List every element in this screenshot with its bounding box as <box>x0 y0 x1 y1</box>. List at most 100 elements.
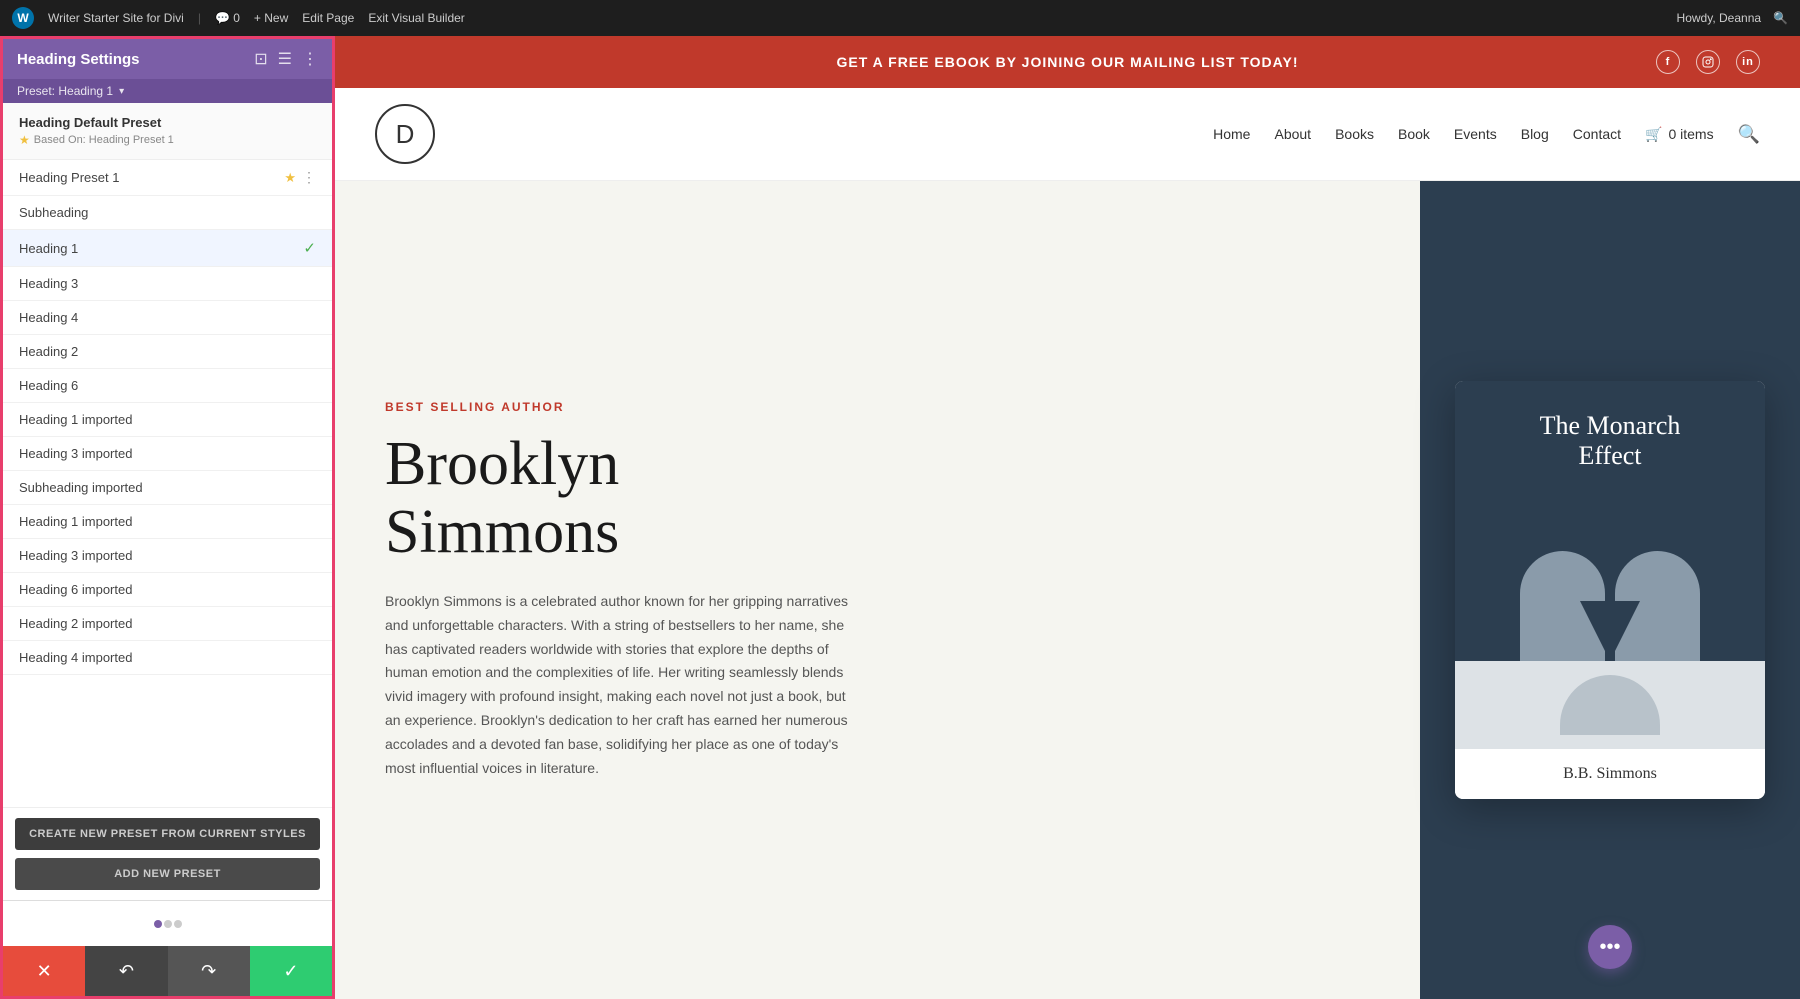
preset-label-9: Subheading imported <box>19 480 316 495</box>
panel-columns-icon[interactable]: ☰ <box>278 49 292 69</box>
pagination-dot-2[interactable] <box>164 920 172 928</box>
book-cover: The MonarchEffect <box>1455 381 1765 661</box>
banner-text: GET A FREE EBOOK BY JOINING OUR MAILING … <box>837 54 1299 70</box>
search-icon[interactable]: 🔍 <box>1738 124 1760 145</box>
preset-item-6[interactable]: Heading 6 <box>3 369 332 403</box>
panel-expand-icon[interactable]: ⊡ <box>254 49 267 69</box>
nav-cart[interactable]: 🛒 0 items <box>1645 126 1714 143</box>
nav-links: Home About Books Book Events Blog Contac… <box>1213 124 1760 145</box>
cart-icon: 🛒 <box>1645 126 1662 143</box>
admin-exit-builder[interactable]: Exit Visual Builder <box>368 11 465 25</box>
admin-comments[interactable]: 💬 0 <box>215 11 240 25</box>
preset-label-3: Heading 3 <box>19 276 316 291</box>
cancel-button[interactable]: ✕ <box>3 946 85 996</box>
panel-preset-label: Preset: Heading 1 <box>17 84 113 98</box>
create-preset-button[interactable]: CREATE NEW PRESET FROM CURRENT STYLES <box>15 818 320 850</box>
redo-button[interactable]: ↷ <box>168 946 250 996</box>
preset-label-7: Heading 1 imported <box>19 412 316 427</box>
preset-label-5: Heading 2 <box>19 344 316 359</box>
admin-new[interactable]: + New <box>254 11 288 25</box>
site-nav: D Home About Books Book Events Blog Cont… <box>335 88 1800 181</box>
panel-header: Heading Settings ⊡ ☰ ⋮ <box>3 39 332 79</box>
preset-default-title: Heading Default Preset <box>19 115 316 130</box>
preset-label-1: Subheading <box>19 205 316 220</box>
hero-left: BEST SELLING AUTHOR BrooklynSimmons Broo… <box>335 181 1420 999</box>
hero-tag: BEST SELLING AUTHOR <box>385 400 1370 414</box>
preset-default-subtitle: ★ Based On: Heading Preset 1 <box>19 133 316 147</box>
preset-item-8[interactable]: Heading 3 imported <box>3 437 332 471</box>
preset-item-13[interactable]: Heading 2 imported <box>3 607 332 641</box>
preset-label-13: Heading 2 imported <box>19 616 316 631</box>
panel-buttons: CREATE NEW PRESET FROM CURRENT STYLES AD… <box>3 807 332 900</box>
preset-label-12: Heading 6 imported <box>19 582 316 597</box>
preset-item-7[interactable]: Heading 1 imported <box>3 403 332 437</box>
admin-user-greeting[interactable]: Howdy, Deanna <box>1677 11 1762 25</box>
add-preset-button[interactable]: ADD NEW PRESET <box>15 858 320 890</box>
left-panel: Heading Settings ⊡ ☰ ⋮ Preset: Heading 1… <box>0 36 335 999</box>
book-bottom-arch <box>1560 675 1660 735</box>
panel-pagination <box>3 900 332 946</box>
site-preview: GET A FREE EBOOK BY JOINING OUR MAILING … <box>335 36 1800 999</box>
book-art <box>1520 531 1700 661</box>
linkedin-icon[interactable]: in <box>1736 50 1760 74</box>
preset-default: Heading Default Preset ★ Based On: Headi… <box>3 103 332 160</box>
preset-item-10[interactable]: Heading 1 imported <box>3 505 332 539</box>
nav-books[interactable]: Books <box>1335 126 1374 142</box>
undo-button[interactable]: ↶ <box>85 946 167 996</box>
nav-blog[interactable]: Blog <box>1521 126 1549 142</box>
preset-item-0[interactable]: Heading Preset 1 ★ ⋮ <box>3 160 332 196</box>
panel-more-icon[interactable]: ⋮ <box>302 49 318 69</box>
dots-menu-icon-0[interactable]: ⋮ <box>302 169 316 186</box>
preset-item-2[interactable]: Heading 1 ✓ <box>3 230 332 267</box>
chevron-down-icon: ▾ <box>119 86 124 97</box>
pagination-dot-1[interactable] <box>154 920 162 928</box>
preset-item-5[interactable]: Heading 2 <box>3 335 332 369</box>
admin-edit-page[interactable]: Edit Page <box>302 11 354 25</box>
preset-label-2: Heading 1 <box>19 241 303 256</box>
site-logo: D <box>375 104 435 164</box>
fab-button[interactable]: ••• <box>1588 925 1632 969</box>
book-card: The MonarchEffect B.B. Simmons <box>1455 381 1765 799</box>
bottom-action-bar: ✕ ↶ ↷ ✓ <box>3 946 332 996</box>
facebook-icon[interactable]: f <box>1656 50 1680 74</box>
pagination-dot-3[interactable] <box>174 920 182 928</box>
preset-label-14: Heading 4 imported <box>19 650 316 665</box>
preset-label-4: Heading 4 <box>19 310 316 325</box>
nav-contact[interactable]: Contact <box>1573 126 1621 142</box>
star-icon: ★ <box>19 133 30 147</box>
hero-right: The MonarchEffect B.B. Simmons ••• <box>1420 181 1800 999</box>
book-title: The MonarchEffect <box>1540 411 1681 471</box>
preset-item-12[interactable]: Heading 6 imported <box>3 573 332 607</box>
preset-label-0: Heading Preset 1 <box>19 170 284 185</box>
admin-sep-1: | <box>198 11 201 25</box>
preset-item-14[interactable]: Heading 4 imported <box>3 641 332 675</box>
panel-header-actions: ⊡ ☰ ⋮ <box>254 49 318 69</box>
panel-subheader[interactable]: Preset: Heading 1 ▾ <box>3 79 332 103</box>
wp-logo[interactable]: W <box>12 7 34 29</box>
preset-item-11[interactable]: Heading 3 imported <box>3 539 332 573</box>
preset-item-4[interactable]: Heading 4 <box>3 301 332 335</box>
hero-name: BrooklynSimmons <box>385 430 1370 566</box>
star-preset-icon-0[interactable]: ★ <box>284 170 296 186</box>
book-bottom-section <box>1455 661 1765 749</box>
preset-item-1[interactable]: Subheading <box>3 196 332 230</box>
preset-actions-0: ★ ⋮ <box>284 169 316 186</box>
main-layout: Heading Settings ⊡ ☰ ⋮ Preset: Heading 1… <box>0 36 1800 999</box>
admin-search-icon[interactable]: 🔍 <box>1773 11 1788 25</box>
nav-events[interactable]: Events <box>1454 126 1497 142</box>
preset-label-11: Heading 3 imported <box>19 548 316 563</box>
admin-bar-right: Howdy, Deanna 🔍 <box>1677 11 1788 25</box>
confirm-button[interactable]: ✓ <box>250 946 332 996</box>
instagram-icon[interactable] <box>1696 50 1720 74</box>
panel-title: Heading Settings <box>17 51 140 68</box>
admin-site-name[interactable]: Writer Starter Site for Divi <box>48 11 184 25</box>
preset-item-9[interactable]: Subheading imported <box>3 471 332 505</box>
nav-about[interactable]: About <box>1274 126 1311 142</box>
preset-label-10: Heading 1 imported <box>19 514 316 529</box>
nav-home[interactable]: Home <box>1213 126 1250 142</box>
site-hero: BEST SELLING AUTHOR BrooklynSimmons Broo… <box>335 181 1800 999</box>
nav-book[interactable]: Book <box>1398 126 1430 142</box>
social-links: f in <box>1298 50 1760 74</box>
preset-item-3[interactable]: Heading 3 <box>3 267 332 301</box>
preset-list: Heading Default Preset ★ Based On: Headi… <box>3 103 332 807</box>
